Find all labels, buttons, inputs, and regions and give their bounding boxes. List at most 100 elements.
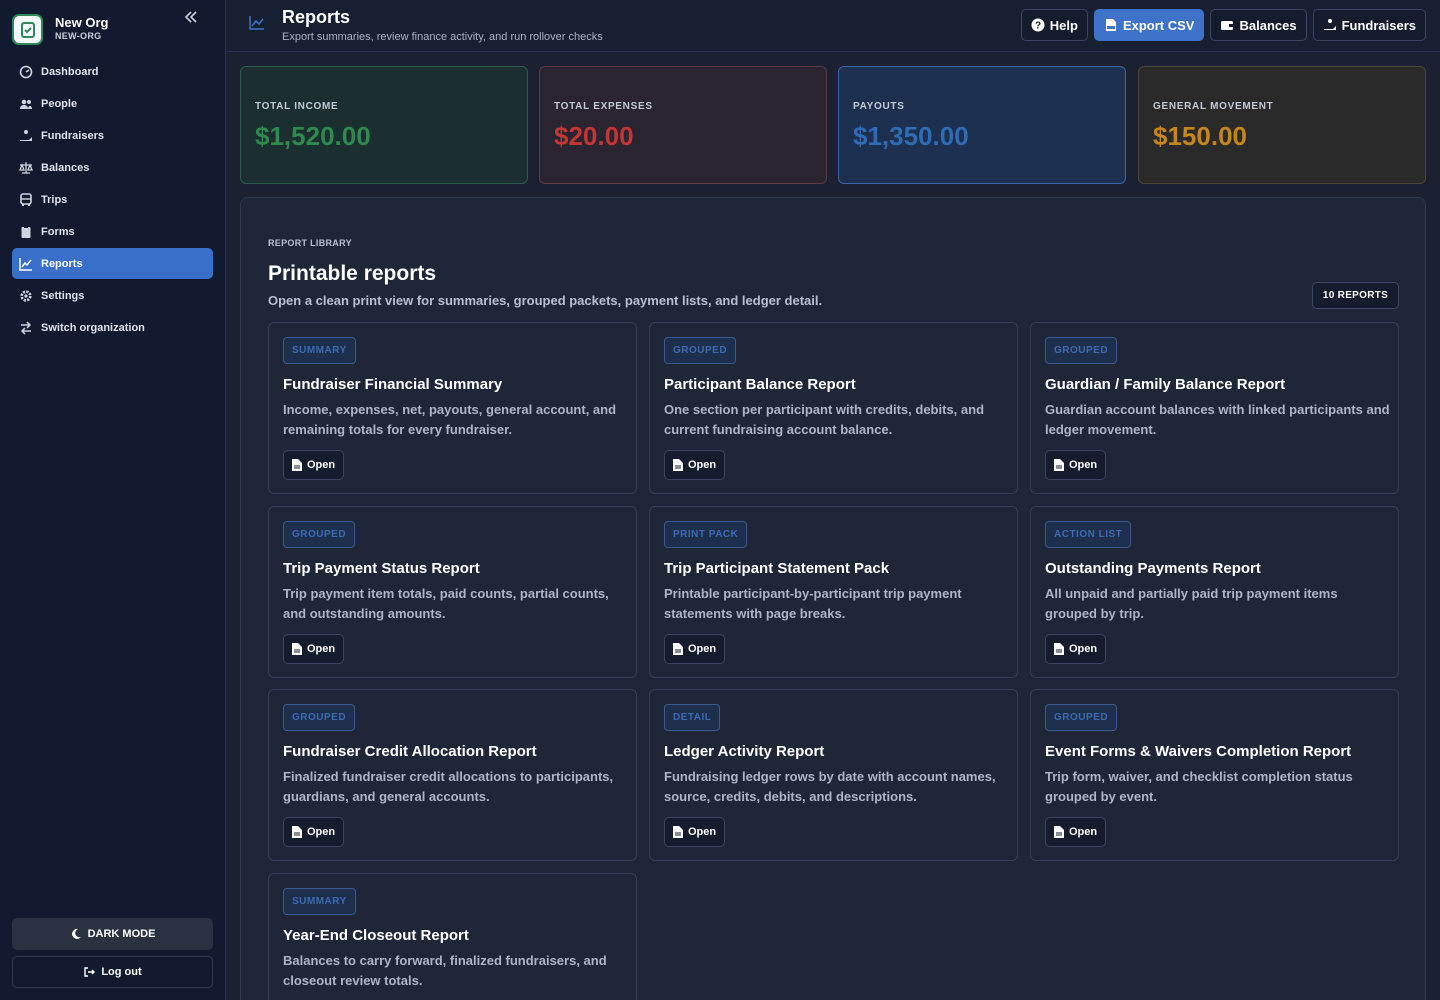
stat-card-payouts: PAYOUTS $1,350.00: [838, 66, 1126, 184]
report-description: Printable participant-by-participant tri…: [664, 586, 962, 621]
open-label: Open: [688, 826, 717, 838]
sidebar-item-forms[interactable]: Forms: [12, 216, 213, 247]
stat-label: PAYOUTS: [853, 101, 905, 112]
sidebar-item-label: Balances: [41, 161, 90, 174]
file-icon: [673, 643, 683, 655]
header-actions: ? Help Export CSV Balances Fundraisers: [1020, 9, 1426, 41]
report-category-badge: GROUPED: [664, 337, 737, 364]
sidebar-item-dashboard[interactable]: Dashboard: [12, 56, 213, 87]
report-title: Fundraiser Financial Summary: [283, 376, 503, 393]
stat-card-general-movement: GENERAL MOVEMENT $150.00: [1138, 66, 1426, 184]
report-card-fundraiser-financial-summary: SUMMARY Fundraiser Financial Summary Inc…: [268, 322, 637, 494]
open-report-button[interactable]: Open: [664, 634, 726, 664]
wallet-icon: [1221, 21, 1234, 30]
file-icon: [1054, 826, 1064, 838]
open-label: Open: [1069, 643, 1098, 655]
export-csv-button[interactable]: Export CSV: [1093, 9, 1205, 41]
fundraisers-icon: [20, 129, 32, 141]
file-icon: [673, 459, 683, 471]
library-eyebrow: REPORT LIBRARY: [268, 238, 352, 248]
report-card-outstanding-payments: ACTION LIST Outstanding Payments Report …: [1030, 506, 1399, 678]
dark-mode-toggle[interactable]: DARK MODE: [12, 918, 213, 950]
report-description: Guardian account balances with linked pa…: [1045, 402, 1390, 437]
chevrons-left-icon: [184, 11, 197, 23]
report-title: Outstanding Payments Report: [1045, 560, 1261, 577]
collapse-sidebar-button[interactable]: [178, 4, 204, 30]
stat-value: $1,520.00: [255, 121, 371, 151]
dark-mode-label: DARK MODE: [87, 928, 156, 940]
stat-value: $1,350.00: [853, 121, 969, 151]
library-description: Open a clean print view for summaries, g…: [268, 293, 823, 308]
help-button[interactable]: ? Help: [1020, 9, 1088, 41]
balances-label: Balances: [1239, 17, 1297, 33]
report-count-badge: 10 REPORTS: [1312, 282, 1399, 309]
page-title: Reports: [282, 7, 351, 27]
open-report-button[interactable]: Open: [1045, 634, 1107, 664]
report-category-badge: GROUPED: [283, 521, 356, 548]
open-report-button[interactable]: Open: [664, 450, 726, 480]
sidebar-item-label: Trips: [41, 193, 68, 206]
stat-label: TOTAL INCOME: [255, 101, 339, 112]
report-category-badge: GROUPED: [1045, 704, 1118, 731]
sidebar-item-people[interactable]: People: [12, 88, 213, 119]
open-report-button[interactable]: Open: [1045, 450, 1107, 480]
report-library: REPORT LIBRARY Printable reports Open a …: [240, 197, 1426, 1000]
report-card-trip-participant-statement-pack: PRINT PACK Trip Participant Statement Pa…: [649, 506, 1018, 678]
report-category-badge: DETAIL: [664, 704, 721, 731]
sidebar-item-switch-organization[interactable]: Switch organization: [12, 312, 213, 343]
sidebar-nav: Dashboard People Fundraisers Balances Tr…: [12, 56, 213, 344]
report-description: Finalized fundraiser credit allocations …: [283, 769, 614, 804]
sidebar-item-settings[interactable]: Settings: [12, 280, 213, 311]
dashboard-icon: [19, 65, 33, 78]
open-label: Open: [307, 643, 336, 655]
stat-label: GENERAL MOVEMENT: [1153, 101, 1274, 112]
report-title: Fundraiser Credit Allocation Report: [283, 743, 537, 760]
open-report-button[interactable]: Open: [283, 450, 345, 480]
sidebar-item-trips[interactable]: Trips: [12, 184, 213, 215]
logout-button[interactable]: Log out: [12, 956, 213, 988]
page-header: Reports Export summaries, review finance…: [226, 0, 1440, 52]
sidebar-item-label: People: [41, 97, 78, 110]
chart-line-icon: [249, 16, 264, 30]
stat-card-total-expenses: TOTAL EXPENSES $20.00: [539, 66, 827, 184]
report-title: Ledger Activity Report: [664, 743, 825, 760]
stat-card-total-income: TOTAL INCOME $1,520.00: [240, 66, 528, 184]
balances-button[interactable]: Balances: [1210, 9, 1307, 41]
org-name: New Org: [55, 15, 109, 30]
switch-icon: [20, 320, 32, 335]
scale-icon: [19, 161, 33, 174]
open-label: Open: [1069, 459, 1098, 471]
report-title: Trip Participant Statement Pack: [664, 560, 890, 577]
report-category-badge: PRINT PACK: [664, 521, 748, 548]
report-card-trip-payment-status: GROUPED Trip Payment Status Report Trip …: [268, 506, 637, 678]
report-card-fundraiser-credit-allocation: GROUPED Fundraiser Credit Allocation Rep…: [268, 689, 637, 861]
report-category-badge: ACTION LIST: [1045, 521, 1132, 548]
fundraisers-icon: [1323, 19, 1336, 30]
page-subtitle: Export summaries, review finance activit…: [282, 31, 603, 43]
open-label: Open: [307, 459, 336, 471]
report-card-guardian-family-balance: GROUPED Guardian / Family Balance Report…: [1030, 322, 1399, 494]
sidebar-item-fundraisers[interactable]: Fundraisers: [12, 120, 213, 151]
sidebar-item-label: Reports: [41, 257, 83, 270]
open-report-button[interactable]: Open: [283, 634, 345, 664]
fundraisers-button[interactable]: Fundraisers: [1312, 9, 1426, 41]
open-report-button[interactable]: Open: [1045, 817, 1107, 847]
report-category-badge: SUMMARY: [283, 337, 356, 364]
stat-value: $20.00: [554, 121, 634, 151]
open-label: Open: [688, 459, 717, 471]
sidebar-item-reports[interactable]: Reports: [12, 248, 213, 279]
sidebar-item-label: Switch organization: [41, 321, 145, 334]
report-card-ledger-activity: DETAIL Ledger Activity Report Fundraisin…: [649, 689, 1018, 861]
chart-line-icon: [19, 257, 32, 271]
report-card-event-forms-waivers: GROUPED Event Forms & Waivers Completion…: [1030, 689, 1399, 861]
csv-file-icon: [1105, 19, 1116, 31]
report-title: Trip Payment Status Report: [283, 560, 480, 577]
file-icon: [292, 459, 302, 471]
sidebar-item-balances[interactable]: Balances: [12, 152, 213, 183]
open-report-button[interactable]: Open: [283, 817, 345, 847]
bus-icon: [20, 192, 32, 206]
report-title: Guardian / Family Balance Report: [1045, 376, 1286, 393]
org-logo-icon: [12, 14, 43, 45]
open-report-button[interactable]: Open: [664, 817, 726, 847]
file-icon: [292, 826, 302, 838]
